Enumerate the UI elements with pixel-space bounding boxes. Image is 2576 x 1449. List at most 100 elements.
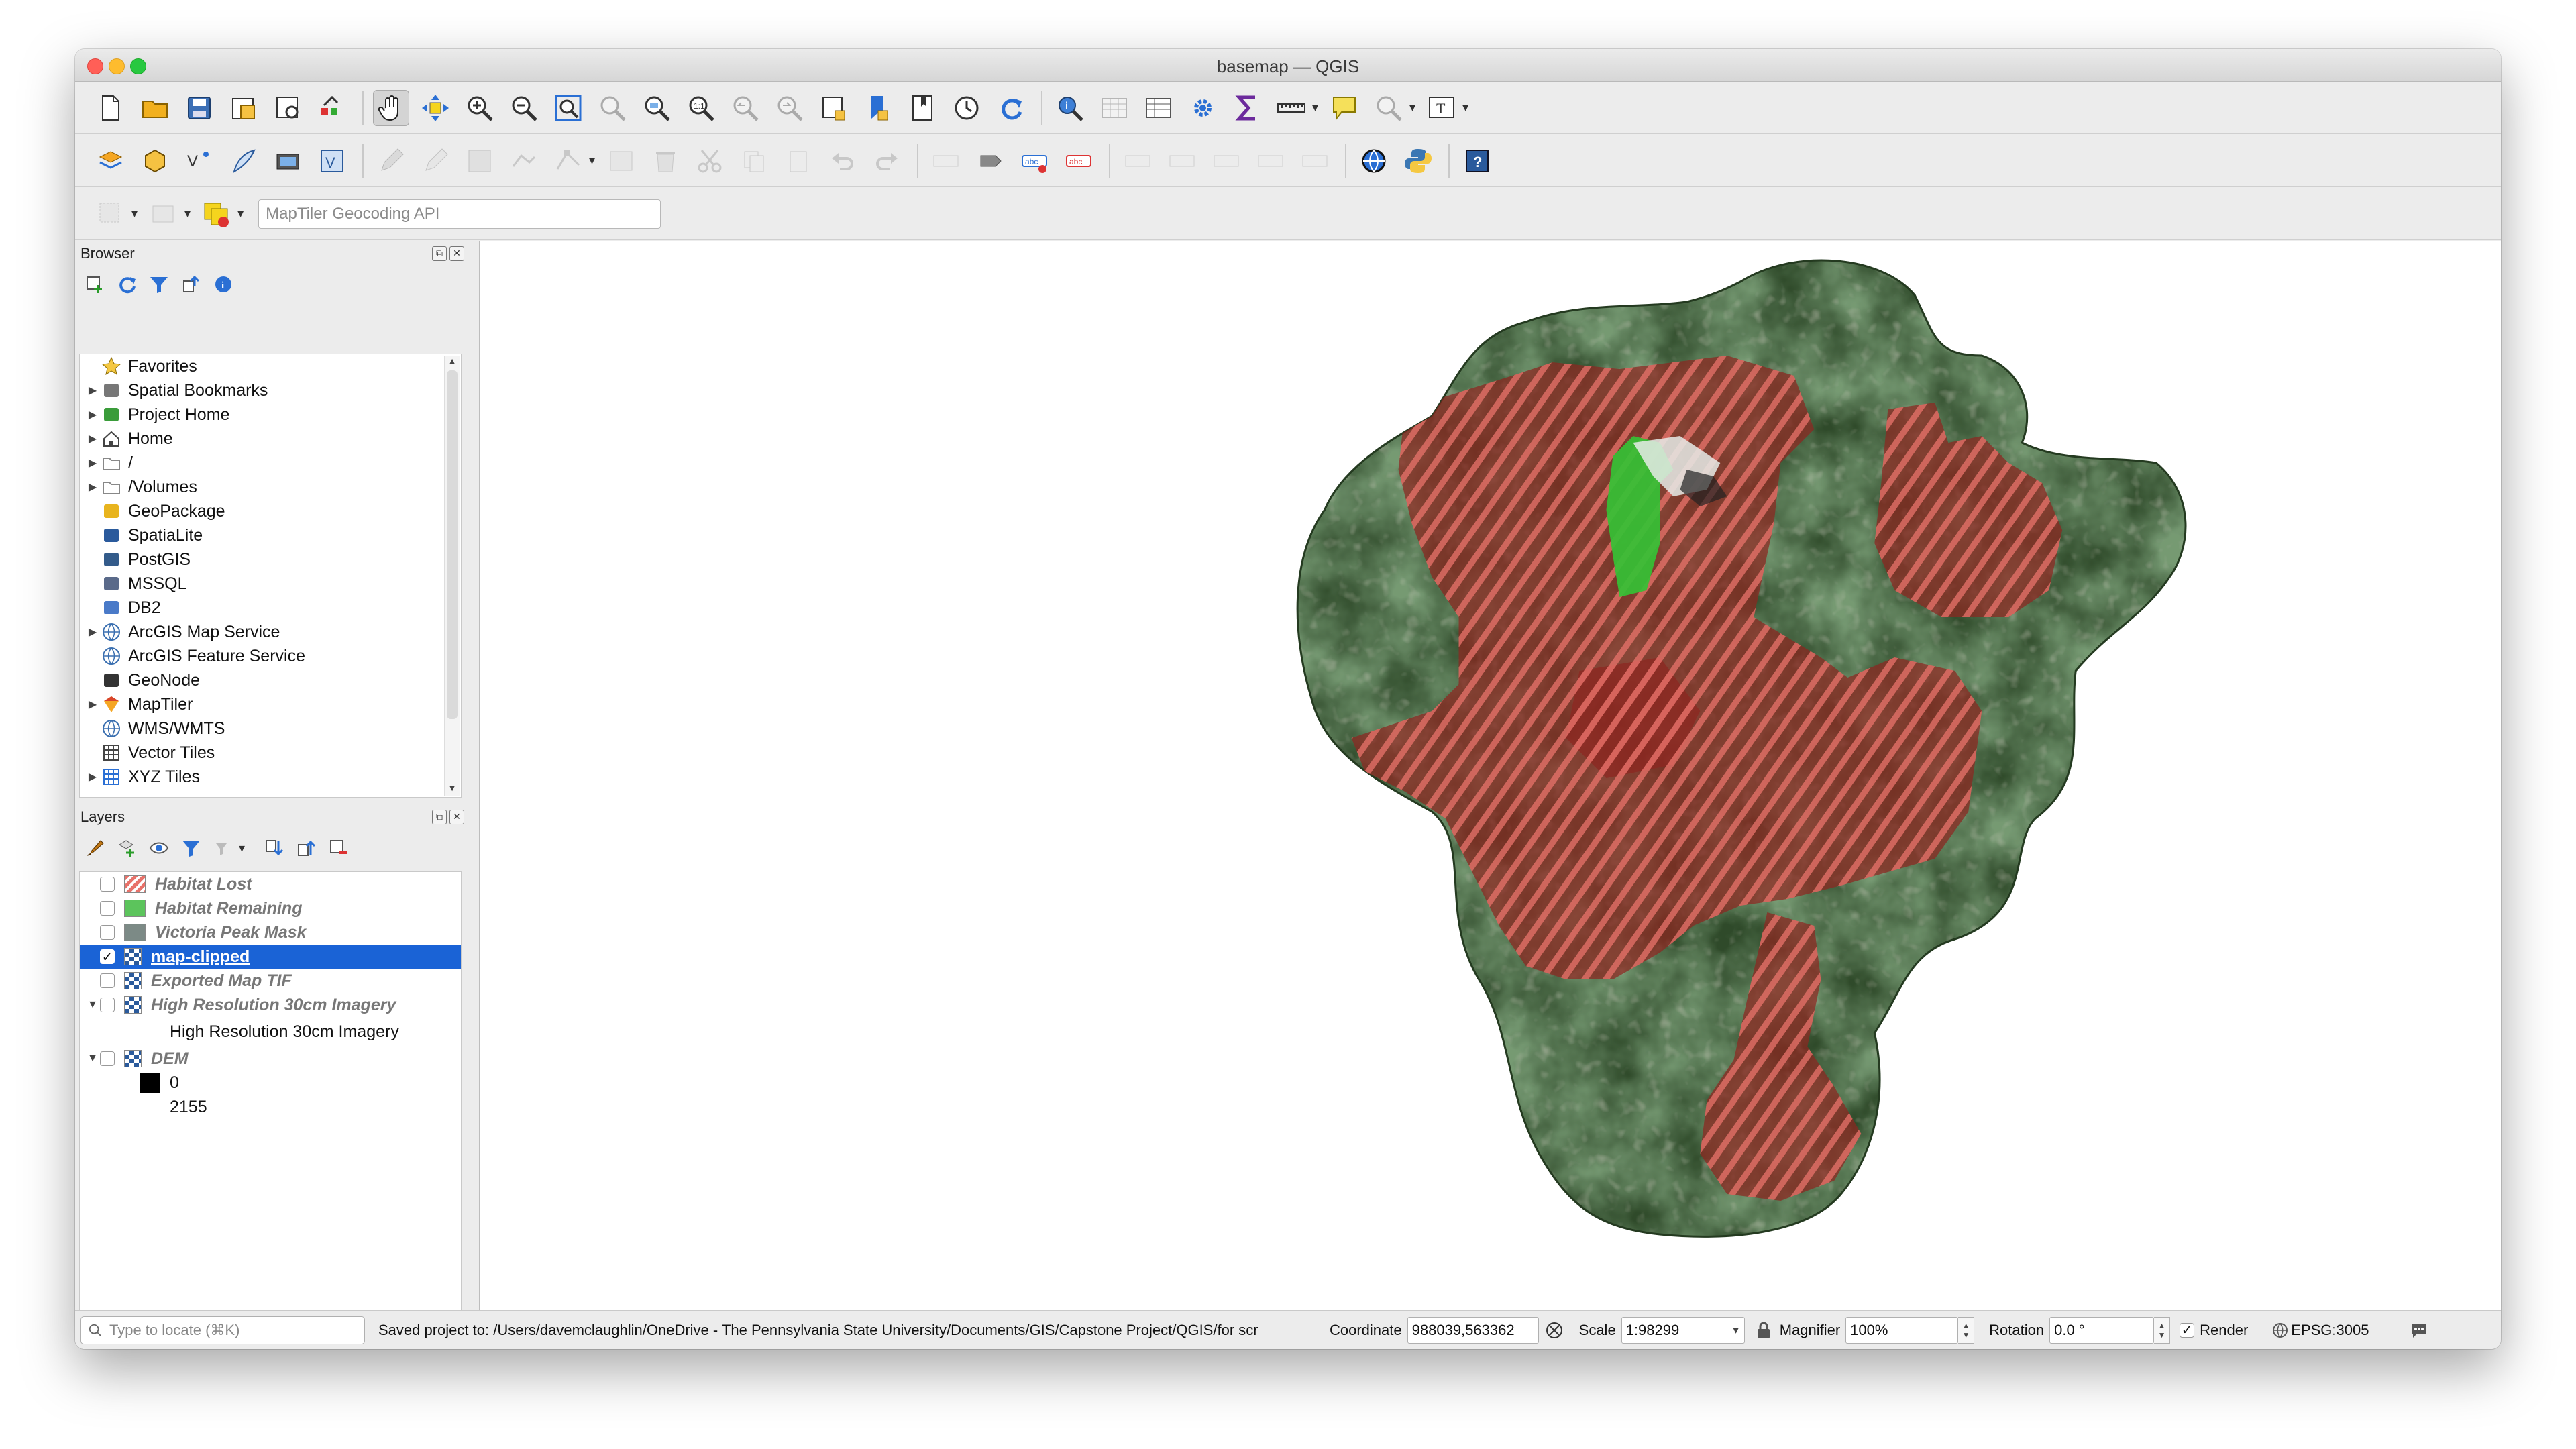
expand-arrow-icon[interactable]: ▶ [85, 456, 100, 470]
scroll-up-arrow[interactable]: ▲ [445, 356, 460, 369]
deselect-all-button[interactable] [199, 196, 235, 232]
zoom-to-selection-button[interactable] [594, 90, 631, 126]
save-edits-button[interactable] [462, 143, 498, 179]
layer-item[interactable]: Victoria Peak Mask [80, 920, 461, 945]
redo-button[interactable] [869, 143, 905, 179]
zoom-native-button[interactable]: 1:1 [683, 90, 719, 126]
collapse-all-layers-button[interactable] [294, 837, 317, 859]
browser-item[interactable]: ▶ / [80, 451, 461, 475]
zoom-out-button[interactable] [506, 90, 542, 126]
browser-item[interactable]: WMS/WMTS [80, 716, 461, 741]
pan-map-button[interactable] [373, 89, 409, 126]
magnifier-stepper[interactable]: ▲ ▼ [1958, 1316, 1975, 1344]
browser-item[interactable]: ▶ Home [80, 427, 461, 451]
new-geopackage-layer-button[interactable] [137, 143, 173, 179]
collapse-arrow-icon[interactable]: ▼ [85, 1053, 100, 1065]
vertex-tool-button[interactable] [550, 143, 586, 179]
map-render[interactable] [480, 241, 2501, 1311]
data-source-manager-button[interactable] [93, 143, 129, 179]
change-label-button[interactable] [1252, 143, 1289, 179]
expand-arrow-icon[interactable]: ▶ [85, 432, 100, 445]
locator-dropdown-arrow[interactable]: ▾ [1409, 101, 1415, 115]
browser-item[interactable]: ArcGIS Feature Service [80, 644, 461, 668]
rotation-field[interactable]: 0.0 ° [2049, 1316, 2155, 1344]
attribute-table-button[interactable] [1096, 90, 1132, 126]
browser-item[interactable]: MSSQL [80, 572, 461, 596]
new-map-view-button[interactable] [816, 90, 852, 126]
vertex-dropdown-arrow[interactable]: ▾ [589, 154, 595, 168]
deselect-dropdown-arrow[interactable]: ▾ [237, 207, 244, 221]
undo-button[interactable] [824, 143, 861, 179]
move-label-button[interactable] [1164, 143, 1200, 179]
modify-attributes-button[interactable] [603, 143, 639, 179]
manage-map-themes-button[interactable] [148, 837, 170, 859]
layer-visibility-checkbox[interactable] [100, 925, 115, 940]
identify-features-button[interactable]: i [1052, 90, 1088, 126]
browser-tree[interactable]: Favorites ▶ Spatial Bookmarks ▶ Project Home… [79, 354, 462, 798]
expand-arrow-icon[interactable]: ▶ [85, 625, 100, 639]
scale-combo[interactable]: 1:98299 ▾ [1621, 1316, 1745, 1344]
enable-properties-button[interactable]: i [212, 273, 235, 296]
layout-manager-button[interactable] [270, 90, 306, 126]
delete-selected-button[interactable] [647, 143, 684, 179]
filter-legend-button[interactable] [180, 837, 203, 859]
toggle-editing-button[interactable] [417, 143, 453, 179]
browser-item[interactable]: ▶ /Volumes [80, 475, 461, 499]
new-shapefile-layer-button[interactable]: V [181, 143, 217, 179]
filter-by-expression-button[interactable] [212, 837, 235, 859]
map-canvas[interactable] [479, 241, 2501, 1311]
help-button[interactable]: ? [1459, 143, 1495, 179]
filter-browser-button[interactable] [148, 273, 170, 296]
locator-settings-button[interactable] [1371, 90, 1407, 126]
expand-arrow-icon[interactable]: ▶ [85, 408, 100, 421]
pan-to-selection-button[interactable] [417, 90, 453, 126]
coordinate-field[interactable]: 988039,563362 [1407, 1316, 1539, 1344]
select-value-dropdown-arrow[interactable]: ▾ [184, 207, 191, 221]
layer-visibility-checkbox[interactable] [100, 877, 115, 892]
messages-icon[interactable] [2409, 1320, 2429, 1340]
new-virtual-layer-button[interactable] [270, 143, 306, 179]
rotation-stepper[interactable]: ▲ ▼ [2154, 1316, 2171, 1344]
expand-arrow-icon[interactable]: ▶ [85, 480, 100, 494]
close-panel-button[interactable]: ✕ [449, 810, 464, 824]
scroll-down-arrow[interactable]: ▼ [445, 782, 460, 796]
layer-labeling-options-button[interactable]: abc [1016, 143, 1053, 179]
layers-tree[interactable]: Habitat Lost Habitat Remaining Victoria Pe… [79, 871, 462, 1349]
label-toolbar-button[interactable] [928, 143, 964, 179]
new-spatialite-layer-button[interactable] [225, 143, 262, 179]
current-edits-button[interactable] [373, 143, 409, 179]
zoom-in-button[interactable] [462, 90, 498, 126]
cut-features-button[interactable] [692, 143, 728, 179]
browser-item[interactable]: GeoNode [80, 668, 461, 692]
layer-visibility-checkbox[interactable] [100, 973, 115, 988]
save-project-button[interactable] [181, 90, 217, 126]
layer-item[interactable]: ▼ DEM [80, 1046, 461, 1071]
browser-item[interactable]: ▶ XYZ Tiles [80, 765, 461, 789]
copy-features-button[interactable] [736, 143, 772, 179]
expand-arrow-icon[interactable]: ▶ [85, 384, 100, 397]
browser-item[interactable]: SpatiaLite [80, 523, 461, 547]
zoom-next-button[interactable] [771, 90, 808, 126]
measure-line-button[interactable] [1273, 90, 1309, 126]
refresh-button[interactable] [993, 90, 1029, 126]
layer-item[interactable]: Exported Map TIF [80, 969, 461, 993]
rotate-label-button[interactable] [1208, 143, 1244, 179]
open-layer-styling-button[interactable] [83, 837, 106, 859]
collapse-all-button[interactable] [180, 273, 203, 296]
expand-arrow-icon[interactable]: ▶ [85, 770, 100, 784]
show-hide-labels-button[interactable] [1297, 143, 1333, 179]
browser-item[interactable]: ▶ ArcGIS Map Service [80, 620, 461, 644]
lock-scale-icon[interactable] [1756, 1321, 1772, 1340]
browser-item[interactable]: GeoPackage [80, 499, 461, 523]
browser-item[interactable]: ▶ Project Home [80, 402, 461, 427]
style-manager-button[interactable] [314, 90, 350, 126]
show-bookmarks-button[interactable] [904, 90, 941, 126]
zoom-last-button[interactable] [727, 90, 763, 126]
browser-item[interactable]: ▶ MapTiler [80, 692, 461, 716]
text-annotation-button[interactable]: T [1424, 90, 1460, 126]
scroll-thumb[interactable] [447, 370, 458, 719]
browser-item[interactable]: DB2 [80, 596, 461, 620]
browser-item[interactable]: ▶ Spatial Bookmarks [80, 378, 461, 402]
close-panel-button[interactable]: ✕ [449, 246, 464, 261]
render-checkbox[interactable]: ✓ [2180, 1322, 2195, 1338]
